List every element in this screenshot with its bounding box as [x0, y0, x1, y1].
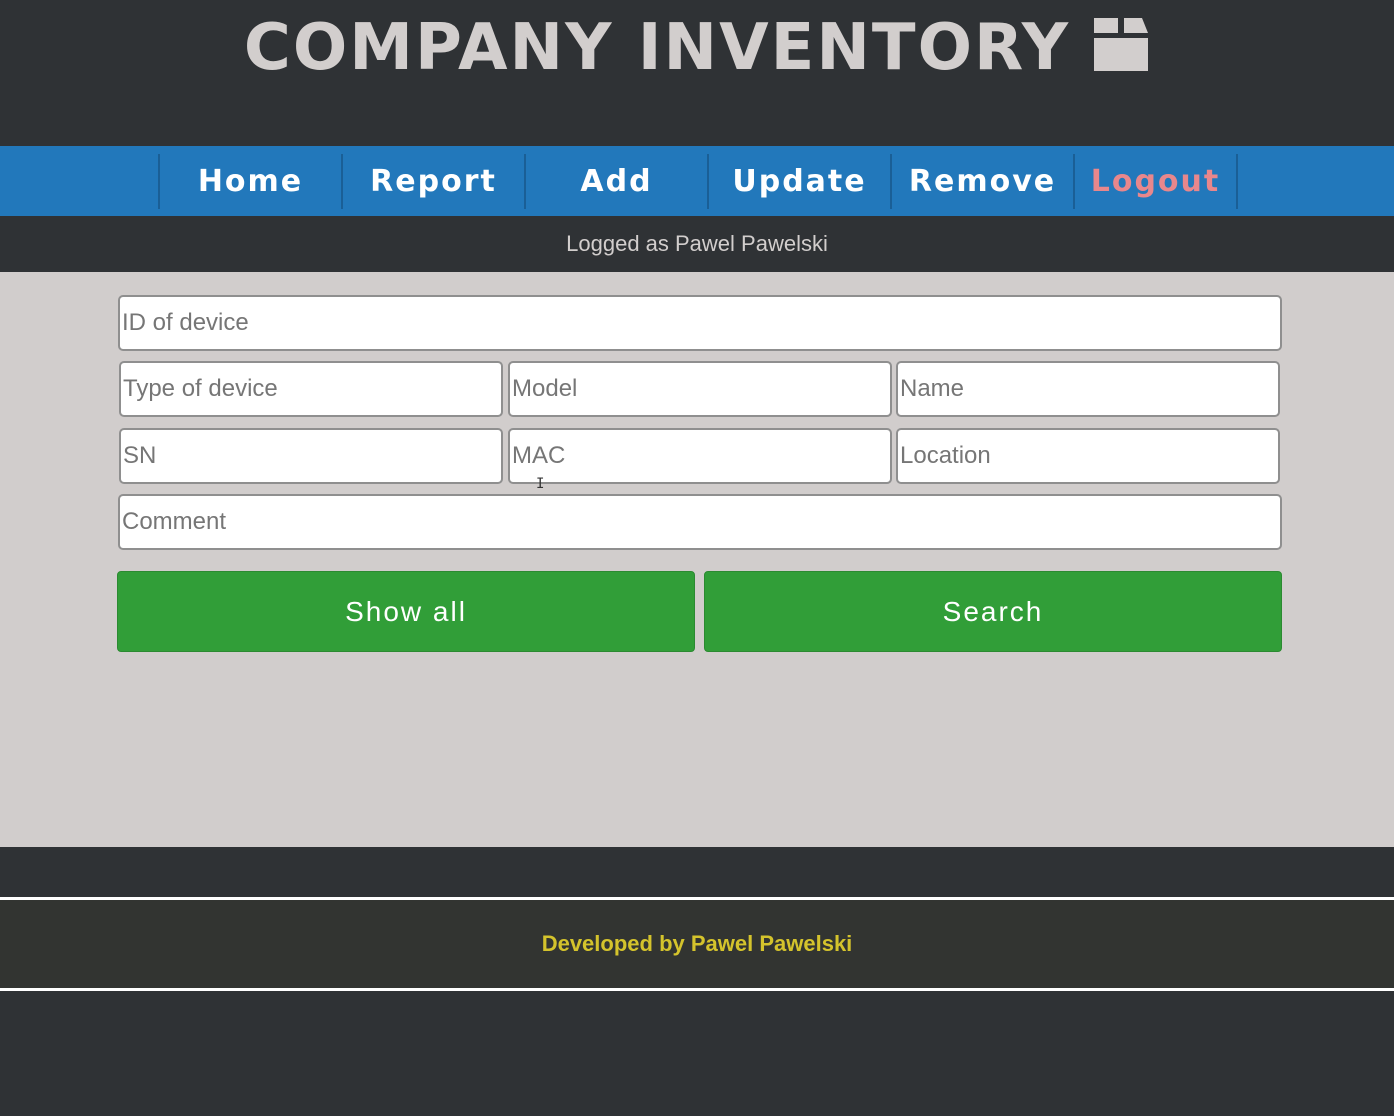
page-footer: Developed by Pawel Pawelski	[0, 897, 1394, 991]
name-input[interactable]	[896, 361, 1280, 417]
nav-item-remove[interactable]: Remove	[890, 154, 1073, 209]
location-input[interactable]	[896, 428, 1280, 484]
box-icon	[1094, 18, 1149, 71]
nav-list: Home Report Add Update Remove Logout	[158, 154, 1238, 209]
search-form-area: Show all Search	[0, 272, 1394, 847]
nav-item-logout[interactable]: Logout	[1073, 154, 1238, 209]
nav-item-label: Report	[370, 164, 497, 199]
mac-input[interactable]	[508, 428, 892, 484]
page-title: COMPANY INVENTORY	[0, 10, 1394, 86]
nav-item-label: Add	[580, 164, 653, 199]
nav-item-label: Logout	[1090, 164, 1221, 199]
main-nav: Home Report Add Update Remove Logout	[0, 146, 1394, 216]
show-all-button[interactable]: Show all	[117, 571, 695, 652]
text-cursor-icon: I	[536, 476, 545, 492]
spacer-band	[0, 847, 1394, 897]
page-header: COMPANY INVENTORY	[0, 0, 1394, 146]
page-title-text: COMPANY INVENTORY	[243, 11, 1071, 85]
nav-item-home[interactable]: Home	[158, 154, 341, 209]
search-button[interactable]: Search	[704, 571, 1282, 652]
nav-item-update[interactable]: Update	[707, 154, 890, 209]
nav-item-label: Home	[197, 164, 304, 199]
comment-input[interactable]	[118, 494, 1282, 550]
nav-item-label: Update	[732, 164, 867, 199]
type-of-device-input[interactable]	[119, 361, 503, 417]
nav-item-label: Remove	[908, 164, 1057, 199]
nav-item-add[interactable]: Add	[524, 154, 707, 209]
sn-input[interactable]	[119, 428, 503, 484]
nav-item-report[interactable]: Report	[341, 154, 524, 209]
id-of-device-input[interactable]	[118, 295, 1282, 351]
logged-user-status: Logged as Pawel Pawelski	[0, 216, 1394, 272]
model-input[interactable]	[508, 361, 892, 417]
